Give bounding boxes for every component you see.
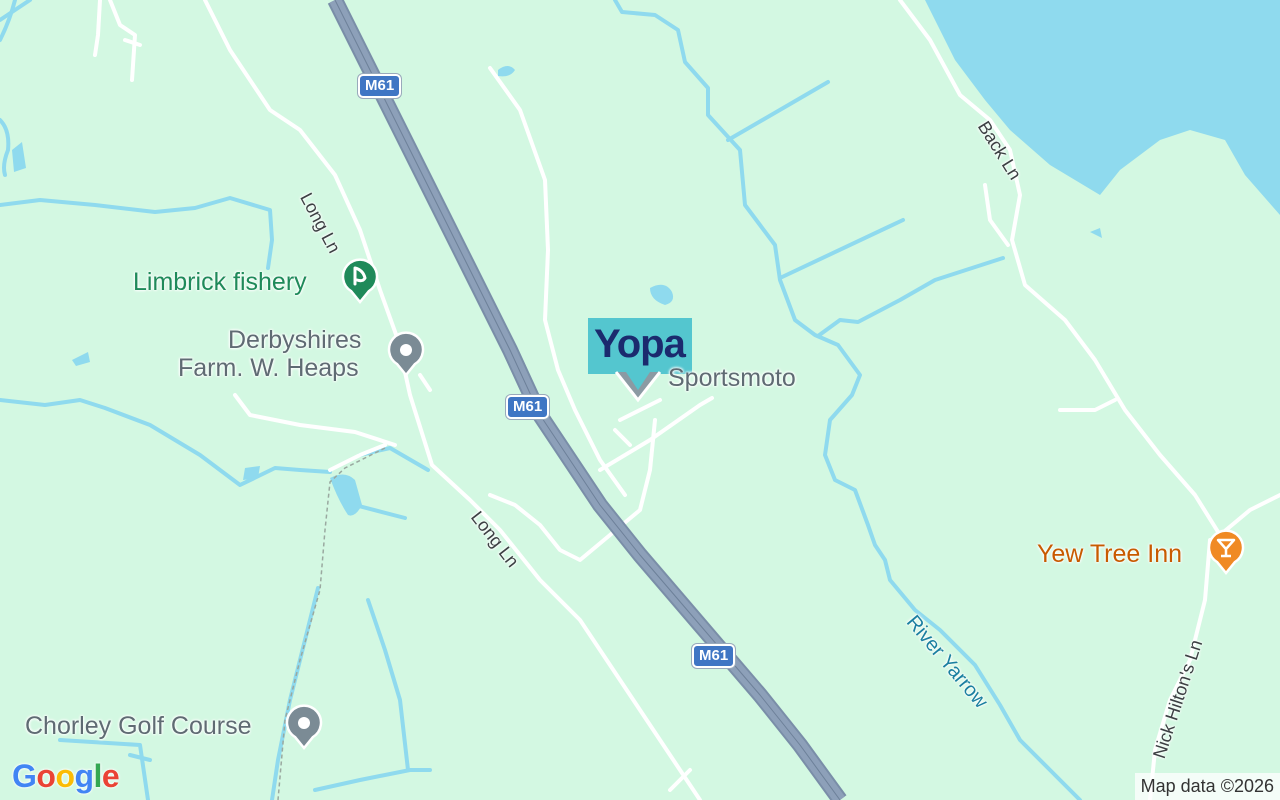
fishing-marker-icon[interactable] bbox=[341, 256, 379, 304]
poi-label-derbyshires-line2[interactable]: Farm. W. Heaps bbox=[178, 356, 359, 381]
m61-shield: M61 bbox=[692, 644, 736, 668]
bar-marker-icon[interactable] bbox=[1207, 527, 1245, 575]
place-marker-icon[interactable] bbox=[387, 329, 425, 377]
place-marker-icon[interactable] bbox=[285, 702, 323, 750]
google-logo[interactable]: Google bbox=[12, 758, 120, 795]
m61-shield: M61 bbox=[358, 74, 402, 98]
reservoir-water bbox=[925, 0, 1280, 215]
pond bbox=[12, 142, 26, 172]
map-attribution[interactable]: Map data ©2026 bbox=[1134, 773, 1280, 800]
poi-label-limbrick-fishery[interactable]: Limbrick fishery bbox=[133, 270, 307, 295]
poi-label-chorley-golf-course[interactable]: Chorley Golf Course bbox=[25, 714, 251, 739]
poi-label-yew-tree-inn[interactable]: Yew Tree Inn bbox=[1037, 542, 1182, 567]
pond bbox=[330, 474, 362, 516]
pond bbox=[72, 352, 90, 366]
yopa-logo: Yopa bbox=[594, 322, 686, 366]
poi-label-derbyshires[interactable]: Derbyshires bbox=[228, 328, 361, 353]
pond bbox=[1090, 228, 1102, 238]
m61-shield: M61 bbox=[506, 395, 550, 419]
pond bbox=[498, 66, 515, 77]
yopa-marker-pin-icon bbox=[614, 371, 662, 403]
pond bbox=[650, 284, 674, 305]
poi-label-sportsmoto[interactable]: Sportsmoto bbox=[668, 366, 796, 391]
